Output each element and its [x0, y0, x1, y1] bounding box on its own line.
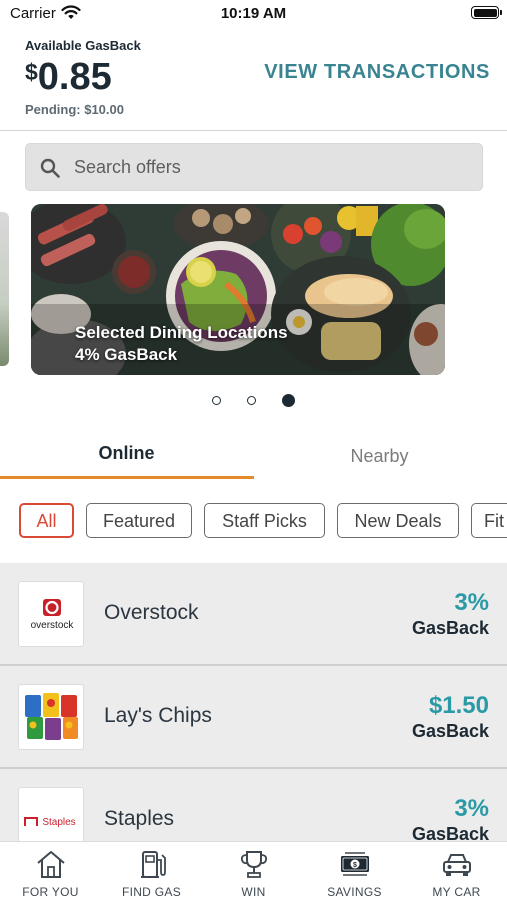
- gasback-unit: GasBack: [411, 721, 489, 741]
- nav-find-gas[interactable]: FIND GAS: [101, 842, 202, 900]
- gasback-rate: 3%: [454, 589, 489, 616]
- header-divider: [0, 130, 507, 131]
- tab-nearby[interactable]: Nearby: [253, 433, 506, 481]
- battery-icon: [471, 6, 502, 19]
- filter-new-deals[interactable]: New Deals: [337, 503, 459, 538]
- dining-promo-banner[interactable]: Selected Dining Locations 4% GasBack: [31, 204, 445, 375]
- search-bar[interactable]: [25, 143, 483, 191]
- gasback-balance: $0.85: [25, 56, 112, 100]
- lays-chips-bags-icon: [25, 693, 78, 740]
- page-dot-active[interactable]: [282, 394, 295, 408]
- dollar-bill-icon: $: [341, 852, 369, 876]
- status-time: 10:19 AM: [220, 5, 287, 22]
- offer-row-overstock[interactable]: overstock Overstock 3% GasBack: [0, 563, 507, 664]
- currency-symbol: $: [25, 59, 38, 85]
- staples-logo-text: Staples: [42, 817, 75, 828]
- nav-my-car[interactable]: MY CAR: [406, 842, 507, 900]
- staples-logo: Staples: [18, 787, 84, 841]
- nav-label: FIND GAS: [121, 885, 182, 899]
- gasback-rate: 3%: [454, 795, 489, 822]
- status-bar: Carrier 10:19 AM: [0, 0, 507, 30]
- view-transactions-button[interactable]: VIEW TRANSACTIONS: [264, 61, 490, 84]
- filter-fit[interactable]: Fit: [471, 503, 507, 538]
- offer-row-lays[interactable]: Lay's Chips $1.50 GasBack: [0, 666, 507, 767]
- banner-subtitle: 4% GasBack: [75, 345, 178, 364]
- merchant-name: Staples: [104, 807, 175, 830]
- available-gasback-label: Available GasBack: [25, 38, 141, 53]
- nav-for-you[interactable]: FOR YOU: [0, 842, 101, 900]
- filter-chips: All Featured Staff Picks New Deals Fit: [0, 503, 507, 539]
- search-input[interactable]: [74, 144, 474, 190]
- nav-label: SAVINGS: [327, 885, 382, 899]
- nav-win[interactable]: WIN: [203, 842, 304, 900]
- tab-online[interactable]: Online: [0, 430, 253, 478]
- merchant-name: Lay's Chips: [104, 704, 212, 727]
- svg-text:$: $: [353, 862, 357, 869]
- trophy-icon: [240, 851, 268, 878]
- bottom-tab-bar: FOR YOU FIND GAS WIN $ SAVINGS MY CAR: [0, 841, 507, 900]
- offer-row-staples[interactable]: Staples Staples 3% GasBack: [0, 769, 507, 841]
- staples-logo-icon: Staples: [24, 817, 76, 828]
- carousel-previous-card[interactable]: [0, 212, 9, 366]
- nav-label: WIN: [241, 885, 266, 899]
- gasback-unit: GasBack: [411, 824, 489, 841]
- banner-title: Selected Dining Locations: [75, 323, 288, 342]
- search-icon: [40, 158, 60, 178]
- active-tab-indicator: [0, 476, 254, 479]
- filter-featured[interactable]: Featured: [86, 503, 192, 538]
- home-icon: [37, 851, 65, 878]
- filter-staff-picks[interactable]: Staff Picks: [204, 503, 325, 538]
- merchant-name: Overstock: [104, 601, 199, 624]
- filter-all[interactable]: All: [19, 503, 74, 538]
- nav-label: FOR YOU: [22, 885, 79, 899]
- page-dot[interactable]: [212, 396, 221, 406]
- car-icon: [443, 854, 471, 876]
- page-dot[interactable]: [247, 396, 256, 406]
- gasback-unit: GasBack: [411, 618, 489, 638]
- overstock-logo-text: overstock: [31, 620, 75, 631]
- carousel-page-indicator[interactable]: [0, 392, 507, 408]
- pending-amount: Pending: $10.00: [25, 102, 124, 117]
- overstock-logo-icon: overstock: [31, 599, 75, 631]
- gasback-rate: $1.50: [428, 692, 489, 719]
- nav-savings[interactable]: $ SAVINGS: [304, 842, 405, 900]
- gas-pump-icon: [141, 851, 166, 878]
- lays-logo: [18, 684, 84, 750]
- overstock-logo: overstock: [18, 581, 84, 647]
- nav-label: MY CAR: [432, 885, 481, 899]
- balance-amount: 0.85: [37, 56, 112, 98]
- offer-list: overstock Overstock 3% GasBack Lay's Chi…: [0, 563, 507, 841]
